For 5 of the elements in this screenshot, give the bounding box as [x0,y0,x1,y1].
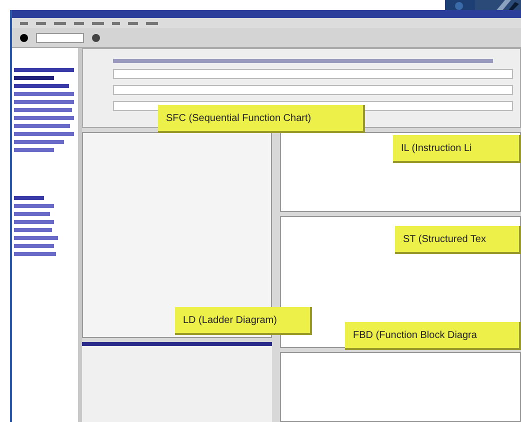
callout-label: ST (Structured Tex [395,226,521,254]
callout-label: IL (Instruction Li [393,135,521,163]
callout-label: LD (Ladder Diagram) [175,307,312,335]
callout-label: FBD (Function Block Diagra [345,322,521,350]
callout-label: SFC (Sequential Function Chart) [158,105,365,133]
